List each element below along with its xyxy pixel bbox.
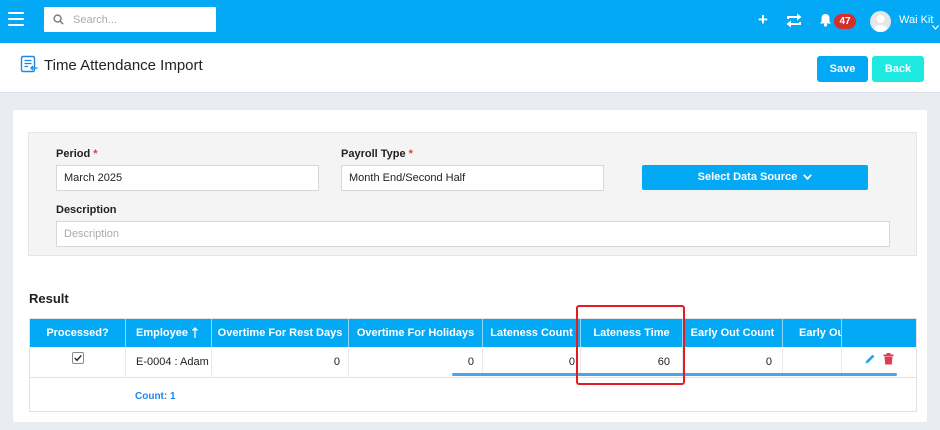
add-icon[interactable]: + — [758, 10, 768, 30]
column-header-processed[interactable]: Processed? — [30, 319, 126, 347]
user-name[interactable]: Wai Kit — [899, 14, 933, 26]
page-title: Time Attendance Import — [44, 57, 203, 74]
lateness-time-highlight — [576, 305, 685, 385]
employee-cell: E-0004 : Adam — [126, 347, 212, 378]
payroll-type-label: Payroll Type * — [341, 148, 413, 160]
search-icon — [53, 14, 64, 25]
column-header-actions — [842, 319, 916, 347]
processed-cell — [30, 347, 126, 378]
edit-icon[interactable] — [864, 353, 876, 365]
result-table: Processed? Employee Overtime For Rest Da… — [29, 318, 917, 412]
record-count: Count: 1 — [135, 391, 176, 402]
column-header-overtime-holidays[interactable]: Overtime For Holidays — [349, 319, 483, 347]
payroll-type-field[interactable] — [341, 165, 604, 191]
column-header-early-out[interactable]: Early Out — [783, 319, 842, 347]
avatar[interactable] — [870, 11, 891, 32]
select-data-source-button[interactable]: Select Data Source — [642, 165, 868, 190]
column-header-overtime-rest-days[interactable]: Overtime For Rest Days — [212, 319, 349, 347]
back-button[interactable]: Back — [872, 56, 924, 82]
sort-ascending-icon[interactable] — [192, 327, 198, 338]
description-field[interactable] — [56, 221, 890, 247]
overtime-rest-days-cell: 0 — [212, 347, 349, 378]
trash-icon[interactable] — [883, 353, 894, 365]
period-label: Period * — [56, 148, 98, 160]
page-header: Time Attendance Import Save Back — [0, 43, 940, 93]
search-input[interactable] — [71, 12, 206, 27]
save-button[interactable]: Save — [817, 56, 868, 82]
notification-badge: 47 — [834, 14, 856, 29]
description-label: Description — [56, 204, 117, 216]
column-header-lateness-count[interactable]: Lateness Count — [483, 319, 581, 347]
bell-icon[interactable] — [819, 13, 832, 32]
chevron-down-icon — [803, 174, 813, 181]
check-icon — [74, 354, 82, 362]
filter-form: Period * Payroll Type * Select Data Sour… — [28, 132, 917, 256]
chevron-down-icon[interactable] — [932, 17, 939, 35]
search-box[interactable] — [44, 7, 216, 32]
result-title: Result — [29, 291, 69, 306]
period-field[interactable] — [56, 165, 319, 191]
sync-icon[interactable] — [785, 12, 803, 34]
main-card: Period * Payroll Type * Select Data Sour… — [13, 110, 927, 422]
menu-icon[interactable] — [8, 12, 24, 26]
user-avatar-icon — [873, 15, 888, 32]
table-header: Processed? Employee Overtime For Rest Da… — [30, 319, 916, 347]
import-list-icon — [20, 55, 39, 79]
column-header-early-out-count[interactable]: Early Out Count — [683, 319, 783, 347]
top-bar: + 47 Wai Kit — [0, 0, 940, 43]
processed-checkbox[interactable] — [72, 352, 84, 364]
column-header-employee[interactable]: Employee — [126, 319, 212, 347]
